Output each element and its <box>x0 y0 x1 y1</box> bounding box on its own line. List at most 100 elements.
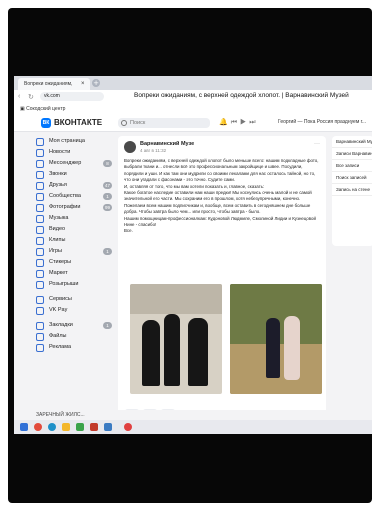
sidebar-item-files[interactable]: Файлы <box>36 331 114 342</box>
post-paragraph: Какое богатое наследие оставили нам наши… <box>124 190 312 215</box>
folder-icon[interactable] <box>62 423 70 431</box>
photo-icon <box>36 204 44 212</box>
tab-bar: Вопреки ожиданиям, × + <box>14 76 372 90</box>
bookmarks-bar: ▣ Сокодский центр <box>14 104 372 114</box>
modern-photo[interactable] <box>230 284 322 394</box>
browser-screen: Вопреки ожиданиям, × + ‹ ↻ vk.com Вопрек… <box>14 76 372 434</box>
ads-icon <box>36 344 44 352</box>
sidebar-item-friends[interactable]: Друзья 47 <box>36 180 114 191</box>
rp-item[interactable]: Варнавинский Музей... <box>332 136 372 148</box>
count-badge: 47 <box>103 182 112 189</box>
sidebar-item-vkpay[interactable]: VK Pay <box>36 305 114 316</box>
vk-logo-icon[interactable]: ВК <box>41 118 51 128</box>
start-icon[interactable] <box>20 423 28 431</box>
sidebar-item-clips[interactable]: Клипы <box>36 235 114 246</box>
services-icon <box>36 296 44 304</box>
sidebar-item-video[interactable]: Видео <box>36 224 114 235</box>
post-paragraph: Нашим помощницам-профессионалкам: Кудоно… <box>124 215 316 228</box>
sidebar-item-market[interactable]: Маркет <box>36 268 114 279</box>
yandex-icon[interactable] <box>124 423 132 431</box>
pay-icon <box>36 307 44 315</box>
right-panel: Варнавинский Музей... Записи Варнавинск.… <box>332 136 372 246</box>
friends-icon <box>36 182 44 190</box>
sidebar-item-news[interactable]: Новости <box>36 147 114 158</box>
post-text: Вопреки ожиданиям, с верхней одеждой хло… <box>124 158 322 235</box>
search-input[interactable]: Поиск <box>118 118 210 128</box>
app-icon[interactable] <box>104 423 112 431</box>
more-icon[interactable]: ··· <box>314 141 320 147</box>
sidebar-item[interactable]: Моя страница <box>36 136 114 147</box>
refresh-icon[interactable]: ↻ <box>28 93 34 101</box>
search-icon <box>121 120 127 126</box>
message-icon <box>36 160 44 168</box>
figure <box>164 314 180 386</box>
post-card: Варнавинский Музе 4 авг в 11:32 ··· Вопр… <box>118 136 326 432</box>
page-title: Вопреки ожиданиям, с верхней одеждой хло… <box>134 92 349 99</box>
sidebar-item-bookmarks[interactable]: Закладки 1 <box>36 320 114 331</box>
sidebar-item-music[interactable]: Музыка <box>36 213 114 224</box>
bookmark-icon <box>36 322 44 330</box>
sidebar-item-ads[interactable]: Реклама <box>36 342 114 353</box>
gift-icon <box>36 281 44 289</box>
app-icon[interactable] <box>76 423 84 431</box>
sidebar-item-calls[interactable]: Звонки <box>36 169 114 180</box>
post-author[interactable]: Варнавинский Музе <box>140 141 194 147</box>
downloads-tray[interactable]: ЗАРЕЧНЫЙ ЖИЛС... <box>14 410 372 420</box>
sidebar-item-messenger[interactable]: Мессенджер 8 <box>36 158 114 169</box>
player-controls: 🔔⏮▶⏭ <box>219 118 259 127</box>
vk-brand[interactable]: ВКОНТАКТЕ <box>54 118 102 127</box>
browser-tab[interactable]: Вопреки ожиданиям, × <box>18 78 90 90</box>
new-tab-button[interactable]: + <box>92 79 100 87</box>
count-badge: 1 <box>103 248 112 255</box>
rp-item[interactable]: Поиск записей <box>332 172 372 184</box>
vk-header: ВК ВКОНТАКТЕ Поиск 🔔⏮▶⏭ Георгий — Пока Р… <box>14 114 372 132</box>
count-badge: 1 <box>103 322 112 329</box>
post-date[interactable]: 4 авг в 11:32 <box>140 148 166 153</box>
rp-item[interactable]: Записи Варнавинск... <box>332 148 372 160</box>
next-icon[interactable]: ⏭ <box>249 119 258 126</box>
now-playing[interactable]: Георгий — Пока Россия празднуем г... <box>278 119 366 125</box>
rp-item[interactable]: Запись на стене <box>332 184 372 196</box>
sidebar-item-games[interactable]: Игры 1 <box>36 246 114 257</box>
sidebar-item-giveaways[interactable]: Розыгрыши <box>36 279 114 290</box>
address-bar: ‹ ↻ vk.com Вопреки ожиданиям, с верхней … <box>14 90 372 105</box>
figure <box>266 318 280 378</box>
historical-photo[interactable] <box>130 284 222 394</box>
sidebar-item-photos[interactable]: Фотографии 99 <box>36 202 114 213</box>
count-badge: 1 <box>103 193 112 200</box>
games-icon <box>36 248 44 256</box>
file-icon <box>36 333 44 341</box>
news-icon <box>36 149 44 157</box>
figure <box>142 320 160 386</box>
sidebar-item-communities[interactable]: Сообщества 1 <box>36 191 114 202</box>
post-paragraph: Вопреки ожиданиям, с верхней одеждой хло… <box>124 158 319 183</box>
post-paragraph: Все. <box>124 228 133 234</box>
phone-icon <box>36 171 44 179</box>
back-icon[interactable]: ‹ <box>18 93 20 100</box>
tab-close-icon[interactable]: × <box>81 78 85 90</box>
play-icon[interactable]: ▶ <box>240 119 249 126</box>
edge-icon[interactable] <box>48 423 56 431</box>
avatar[interactable] <box>124 141 136 153</box>
clips-icon <box>36 237 44 245</box>
rp-item[interactable]: Все записи <box>332 160 372 172</box>
sidebar-item-services[interactable]: Сервисы <box>36 294 114 305</box>
sticker-icon <box>36 259 44 267</box>
prev-icon[interactable]: ⏮ <box>231 119 240 126</box>
chrome-icon[interactable] <box>34 423 42 431</box>
market-icon <box>36 270 44 278</box>
sidebar-item-stickers[interactable]: Стикеры <box>36 257 114 268</box>
music-icon <box>36 215 44 223</box>
profile-icon <box>36 138 44 146</box>
laptop-bezel: Вопреки ожиданиям, × + ‹ ↻ vk.com Вопрек… <box>8 8 372 503</box>
building <box>130 284 222 314</box>
figure <box>284 316 300 380</box>
app-icon[interactable] <box>90 423 98 431</box>
community-icon <box>36 193 44 201</box>
url-input[interactable]: vk.com <box>40 92 104 101</box>
bell-icon[interactable]: 🔔 <box>219 119 231 126</box>
tab-label: Вопреки ожиданиям, <box>24 81 73 87</box>
bookmark-item[interactable]: ▣ Сокодский центр <box>20 106 65 112</box>
left-sidebar: Моя страница Новости Мессенджер 8 Звонки … <box>36 136 114 353</box>
figure <box>188 318 208 386</box>
